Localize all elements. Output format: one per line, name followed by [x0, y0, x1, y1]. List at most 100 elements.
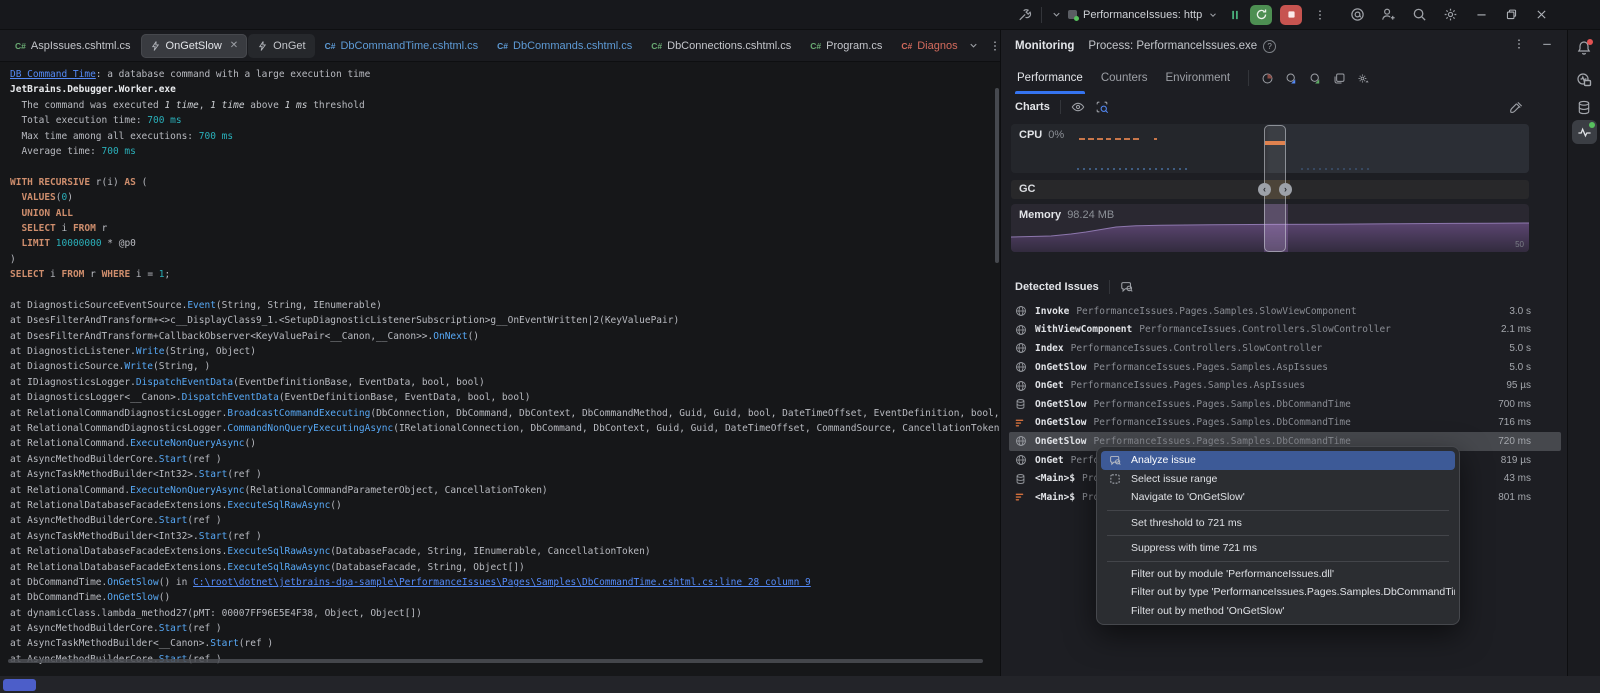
editor-tab-dbcommands-cshtml-cs[interactable]: C#DbCommands.cshtml.cs	[488, 34, 641, 58]
detected-issues-header: Detected Issues	[1015, 280, 1134, 294]
menu-item-set-threshold-to-721-ms[interactable]: Set threshold to 721 ms	[1101, 514, 1455, 533]
dpa-monitoring-icon[interactable]	[1576, 72, 1592, 88]
process-label: Process: PerformanceIssues.exe	[1088, 40, 1257, 52]
search-everywhere-icon[interactable]	[1412, 7, 1427, 22]
editor-tabs: C#AspIssues.cshtml.csOnGetSlow✕OnGetC#Db…	[6, 34, 968, 58]
run-config-label: PerformanceIssues: http	[1083, 9, 1202, 21]
chevron-down-icon[interactable]	[1051, 9, 1062, 20]
detected-issue-row[interactable]: WithViewComponentPerformanceIssues.Contr…	[1009, 321, 1561, 340]
hidden-tabs-chevron-icon[interactable]	[968, 40, 979, 51]
memory-snapshot-blue-icon[interactable]	[1285, 72, 1298, 85]
layers-icon[interactable]	[1333, 72, 1346, 85]
csharp-file-icon: C#	[325, 40, 336, 52]
console-line: at DiagnosticListener.Write(String, Obje…	[10, 344, 1000, 359]
vertical-scrollbar[interactable]	[995, 88, 999, 263]
console-line: at RelationalCommandDiagnosticsLogger.Co…	[10, 421, 1000, 436]
console-line: The command was executed 1 time, 1 time …	[10, 98, 1000, 113]
notifications-bell-icon[interactable]	[1576, 40, 1592, 61]
menu-item-suppress-with-time-721-ms[interactable]: Suppress with time 721 ms	[1101, 539, 1455, 558]
globe-icon	[1015, 454, 1028, 467]
csharp-file-icon: C#	[901, 40, 912, 52]
window-restore-icon[interactable]	[1505, 8, 1518, 21]
editor-tab-diagnos[interactable]: C#Diagnos	[892, 34, 966, 58]
run-configuration-selector[interactable]: PerformanceIssues: http	[1068, 9, 1218, 21]
editor-tab-bar: C#AspIssues.cshtml.csOnGetSlow✕OnGetC#Db…	[0, 30, 1000, 62]
detected-issue-row[interactable]: IndexPerformanceIssues.Controllers.SlowC…	[1009, 339, 1561, 358]
settings-gear-icon[interactable]	[1443, 7, 1458, 22]
monitoring-tab-performance[interactable]: Performance	[1015, 62, 1085, 94]
issue-method: WithViewComponent	[1035, 324, 1132, 335]
database-icon[interactable]	[1577, 100, 1592, 115]
analyze-bubble-icon[interactable]	[1120, 280, 1134, 294]
horizontal-scrollbar[interactable]	[8, 659, 983, 663]
console-link[interactable]: DB Command Time	[10, 69, 96, 80]
selected-issue-marker	[1265, 141, 1285, 145]
issue-method: Index	[1035, 343, 1064, 354]
close-tab-icon[interactable]: ✕	[230, 40, 238, 51]
dpa-issue-console[interactable]: DB Command Time: a database command with…	[0, 62, 1000, 676]
monitoring-tab-environment[interactable]: Environment	[1164, 62, 1233, 94]
menu-item-filter-out-by-type-performanceissues-pag[interactable]: Filter out by type 'PerformanceIssues.Pa…	[1101, 583, 1455, 602]
rerun-debugger-button[interactable]	[1250, 5, 1272, 25]
zoom-selection-icon[interactable]	[1095, 100, 1109, 114]
pause-icon[interactable]	[1229, 9, 1241, 21]
monitoring-tool-window-button[interactable]	[1572, 120, 1597, 144]
console-line: at RelationalDatabaseFacadeExtensions.Ex…	[10, 544, 1000, 559]
menu-item-analyze-issue[interactable]: Analyze issue	[1101, 451, 1455, 470]
build-hammer-icon[interactable]	[1018, 8, 1032, 22]
profiling-circle-icon[interactable]	[1261, 72, 1274, 85]
analyze-icon	[1109, 454, 1124, 467]
detected-issue-row[interactable]: OnGetSlowPerformanceIssues.Pages.Samples…	[1009, 395, 1561, 414]
ai-assistant-icon[interactable]	[1350, 7, 1365, 22]
menu-item-filter-out-by-method-ongetslow-[interactable]: Filter out by method 'OnGetSlow'	[1101, 602, 1455, 621]
console-line: at DbCommandTime.OnGetSlow()	[10, 590, 1000, 605]
detected-issue-row[interactable]: OnGetSlowPerformanceIssues.Pages.Samples…	[1009, 358, 1561, 377]
visibility-eye-icon[interactable]	[1071, 100, 1085, 114]
panel-options-kebab-icon[interactable]	[1513, 38, 1525, 50]
console-line	[10, 159, 1000, 174]
editor-tab-onget[interactable]: OnGet	[248, 34, 314, 58]
range-handle-right[interactable]: ›	[1279, 183, 1292, 196]
menu-item-filter-out-by-module-performanceissues-d[interactable]: Filter out by module 'PerformanceIssues.…	[1101, 565, 1455, 584]
window-minimize-icon[interactable]	[1475, 8, 1488, 21]
range-handle-left[interactable]: ‹	[1258, 183, 1271, 196]
console-line: SELECT i FROM r	[10, 221, 1000, 236]
editor-tab-dbcommandtime-cshtml-cs[interactable]: C#DbCommandTime.cshtml.cs	[316, 34, 488, 58]
notification-badge	[1587, 39, 1593, 45]
taskbar-accent-button[interactable]	[3, 679, 36, 691]
console-line: at AsyncMethodBuilderCore.Start(ref )	[10, 621, 1000, 636]
tab-options-kebab-icon[interactable]	[989, 40, 1001, 52]
csharp-file-icon: C#	[651, 40, 662, 52]
chevron-down-icon	[1208, 10, 1218, 20]
detected-issue-row[interactable]: InvokePerformanceIssues.Pages.Samples.Sl…	[1009, 302, 1561, 321]
panel-minimize-icon[interactable]	[1541, 38, 1553, 50]
code-with-me-user-plus-icon[interactable]	[1381, 7, 1396, 22]
editor-tab-dbconnections-cshtml-cs[interactable]: C#DbConnections.cshtml.cs	[642, 34, 800, 58]
monitoring-header: Monitoring Process: PerformanceIssues.ex…	[1001, 30, 1567, 62]
more-actions-kebab-icon[interactable]	[1314, 9, 1326, 21]
editor-tab-aspissues-cshtml-cs[interactable]: C#AspIssues.cshtml.cs	[6, 34, 140, 58]
memory-snapshot-green-icon[interactable]	[1309, 72, 1322, 85]
menu-item-select-issue-range[interactable]: Select issue range	[1101, 470, 1455, 489]
window-close-icon[interactable]	[1535, 8, 1548, 21]
editor-tab-program-cs[interactable]: C#Program.cs	[801, 34, 891, 58]
help-icon[interactable]: ?	[1263, 40, 1276, 53]
detected-issue-row[interactable]: OnGetPerformanceIssues.Pages.Samples.Asp…	[1009, 376, 1561, 395]
editor-tab-ongetslow[interactable]: OnGetSlow✕	[141, 34, 248, 58]
issue-range-selector[interactable]: ‹ ›	[1264, 125, 1286, 252]
menu-item-navigate-to-ongetslow-[interactable]: Navigate to 'OnGetSlow'	[1101, 488, 1455, 507]
monitoring-tab-counters[interactable]: Counters	[1099, 62, 1150, 94]
menu-separator	[1107, 510, 1449, 511]
console-link[interactable]: C:\root\dotnet\jetbrains-dpa-sample\Perf…	[193, 577, 811, 588]
console-line: at DiagnosticSourceEventSource.Event(Str…	[10, 298, 1000, 313]
memory-axis-tick: 50	[1515, 240, 1524, 249]
divider	[1109, 280, 1110, 294]
clear-charts-broom-icon[interactable]	[1509, 100, 1524, 115]
console-line: )	[10, 252, 1000, 267]
detected-issue-row[interactable]: OnGetSlowPerformanceIssues.Pages.Samples…	[1009, 414, 1561, 433]
stop-button[interactable]	[1280, 5, 1302, 25]
tab-label: Program.cs	[826, 40, 882, 52]
console-line: LIMIT 10000000 * @p0	[10, 236, 1000, 251]
chart-settings-gear-icon[interactable]	[1357, 72, 1371, 85]
issue-time: 716 ms	[1498, 417, 1531, 428]
